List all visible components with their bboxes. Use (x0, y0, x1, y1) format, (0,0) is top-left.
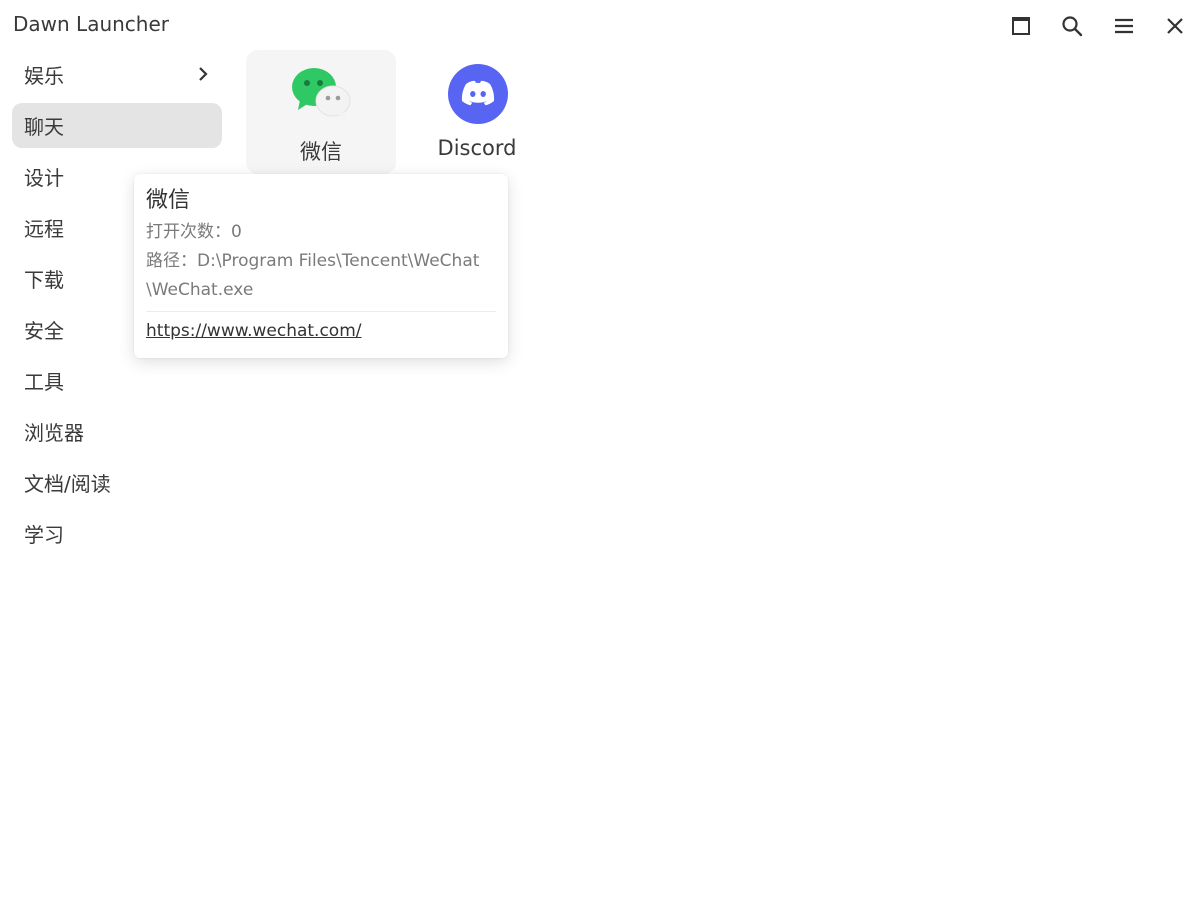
sidebar-item-documents[interactable]: 文档/阅读 (12, 460, 222, 505)
search-button[interactable] (1058, 12, 1086, 40)
sidebar-item-label: 文档/阅读 (24, 472, 111, 496)
path-label: 路径： (146, 251, 197, 271)
sidebar-item-label: 下载 (24, 268, 64, 292)
title-bar: Dawn Launcher (0, 0, 1200, 52)
sidebar-item-label: 工具 (24, 370, 64, 394)
sidebar-item-label: 聊天 (24, 115, 64, 139)
tooltip-open-count: 打开次数：0 (146, 218, 496, 247)
app-tile-discord[interactable]: Discord (402, 50, 552, 174)
website-link[interactable]: https://www.wechat.com/ (146, 316, 496, 346)
close-button[interactable] (1161, 12, 1189, 40)
sidebar-item-label: 学习 (24, 523, 64, 547)
sidebar-item-label: 远程 (24, 217, 64, 241)
app-label: Discord (437, 136, 517, 160)
sidebar-item-label: 浏览器 (24, 421, 84, 445)
sidebar-item-browser[interactable]: 浏览器 (12, 409, 222, 454)
discord-icon (448, 64, 508, 124)
chevron-right-icon (199, 67, 208, 81)
app-label: 微信 (300, 140, 342, 164)
open-count-label: 打开次数： (146, 222, 231, 242)
tooltip-divider (146, 311, 496, 312)
sidebar-item-study[interactable]: 学习 (12, 511, 222, 556)
search-icon (1062, 16, 1083, 37)
sidebar-item-label: 设计 (24, 166, 64, 190)
maximize-icon (1012, 17, 1030, 35)
app-tile-wechat[interactable]: 微信 (246, 50, 396, 174)
open-count-value: 0 (231, 222, 242, 242)
wechat-icon (292, 68, 351, 120)
close-icon (1167, 18, 1183, 34)
app-info-tooltip: 微信 打开次数：0 路径：D:\Program Files\Tencent\We… (134, 174, 508, 358)
maximize-button[interactable] (1007, 12, 1035, 40)
menu-icon (1115, 18, 1133, 34)
sidebar-item-chat[interactable]: 聊天 (12, 103, 222, 148)
tooltip-title: 微信 (146, 188, 191, 213)
menu-button[interactable] (1110, 12, 1138, 40)
tooltip-path: 路径：D:\Program Files\Tencent\WeChat\WeCha… (146, 247, 496, 305)
sidebar-item-tools[interactable]: 工具 (12, 358, 222, 403)
sidebar-item-label: 娱乐 (24, 64, 64, 88)
app-title: Dawn Launcher (13, 12, 169, 36)
sidebar-item-label: 安全 (24, 319, 64, 343)
sidebar-item-entertainment[interactable]: 娱乐 (12, 52, 222, 97)
